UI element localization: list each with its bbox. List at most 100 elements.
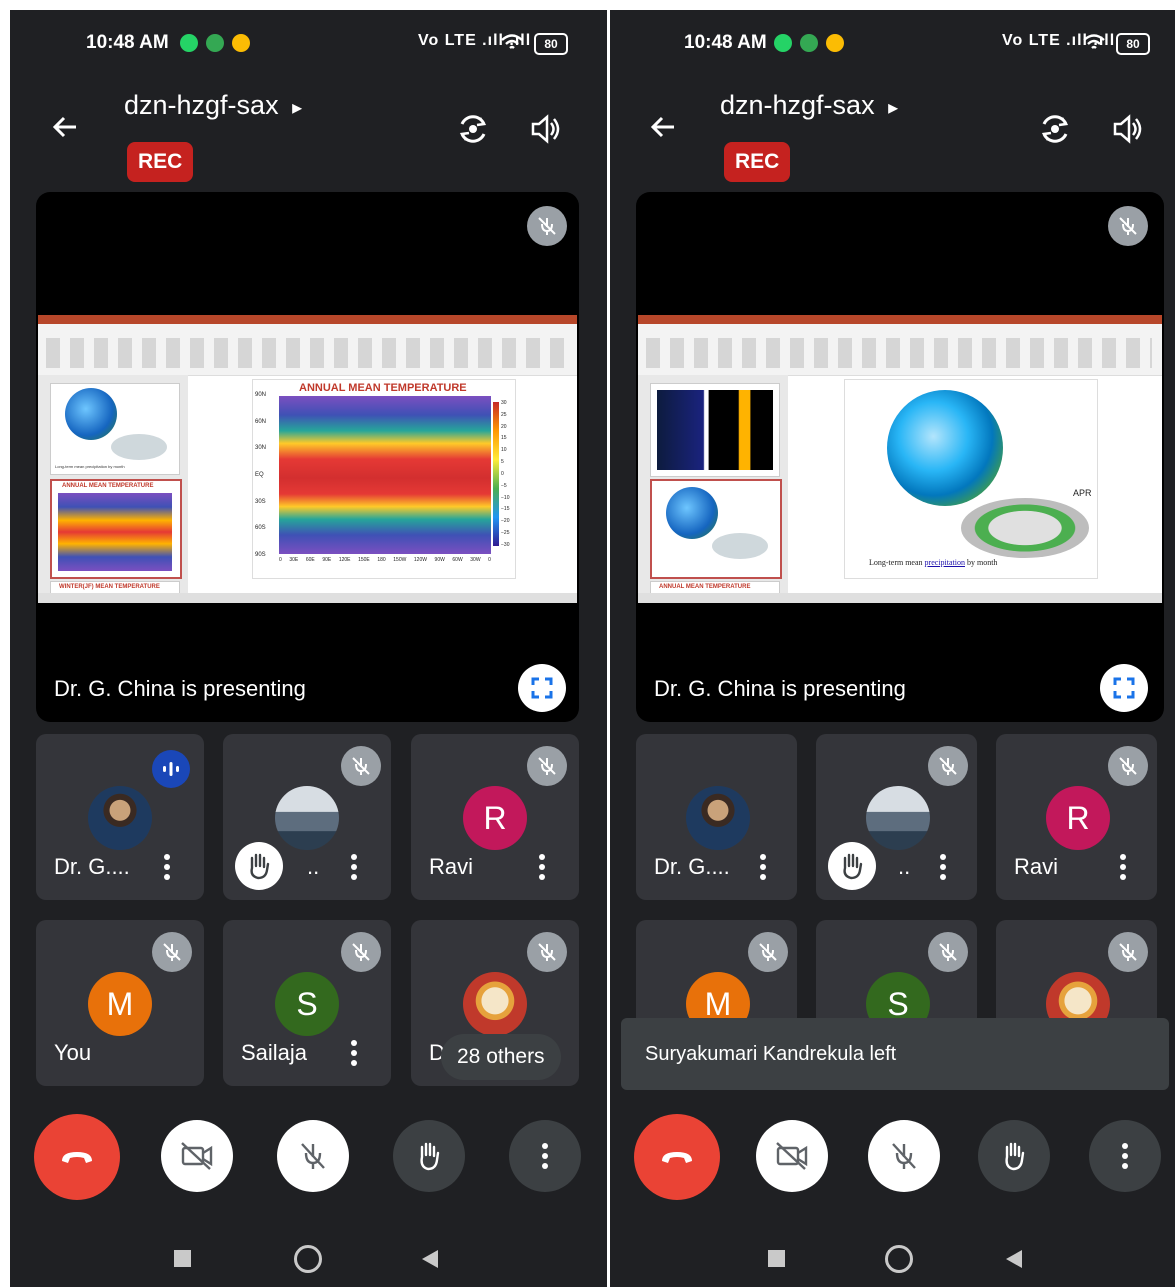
home-nav-icon[interactable] (885, 1245, 913, 1273)
home-nav-icon[interactable] (294, 1245, 322, 1273)
ppt-title-bar (638, 315, 1162, 324)
participant-tile[interactable]: .. (223, 734, 391, 900)
back-nav-icon[interactable] (1004, 1248, 1024, 1270)
meeting-code: dzn-hzgf-sax (124, 90, 279, 120)
meeting-title[interactable]: dzn-hzgf-sax ▸ (124, 90, 302, 121)
raised-hand-icon (828, 842, 876, 890)
camera-toggle-button[interactable] (161, 1120, 233, 1192)
more-options-icon[interactable] (164, 854, 170, 884)
end-call-button[interactable] (34, 1114, 120, 1200)
fullscreen-button[interactable] (518, 664, 566, 712)
mic-off-icon (1108, 206, 1148, 246)
more-vert-icon (542, 1143, 548, 1169)
chevron-right-icon: ▸ (292, 97, 303, 119)
toast-message: Suryakumari Kandrekula left (645, 1042, 897, 1065)
mic-off-icon (892, 1143, 916, 1169)
avatar: R (1046, 786, 1110, 850)
main-slide: APR Long-term mean precipitation by mont… (844, 379, 1098, 579)
camera-off-icon (776, 1142, 808, 1170)
recents-nav-icon[interactable] (768, 1250, 785, 1267)
raised-hand-icon (235, 842, 283, 890)
meeting-title[interactable]: dzn-hzgf-sax ▸ (720, 90, 898, 121)
shared-slide: Long-term mean precipitation by month AN… (38, 315, 577, 603)
mail-icon (232, 34, 250, 52)
raise-hand-button[interactable] (393, 1120, 465, 1192)
meeting-code: dzn-hzgf-sax (720, 90, 875, 120)
back-arrow-icon[interactable] (50, 112, 80, 142)
mic-toggle-button[interactable] (868, 1120, 940, 1192)
back-nav-icon[interactable] (420, 1248, 440, 1270)
more-options-icon[interactable] (760, 854, 766, 884)
participant-tile[interactable]: R Ravi (996, 734, 1157, 900)
more-options-button[interactable] (509, 1120, 581, 1192)
phone-screen-left: 10:48 AM Vo LTE .ıll .ıll 80 dzn-hzgf-sa… (10, 10, 607, 1287)
speaker-icon[interactable] (530, 114, 562, 144)
whatsapp-icon (180, 34, 198, 52)
participant-name: .. (898, 854, 911, 879)
temperature-map (279, 396, 491, 554)
shared-slide: ANNUAL MEAN TEMPERATURE APR Long-term me… (638, 315, 1162, 603)
ppt-status-bar (38, 593, 577, 603)
participant-name: Sailaja (241, 1040, 308, 1065)
more-options-icon[interactable] (1120, 854, 1126, 884)
mic-off-icon (341, 746, 381, 786)
participant-tile-self[interactable]: M You (36, 920, 204, 1086)
main-slide: ANNUAL MEAN TEMPERATURE 90N 60N 30N EQ 30S 60… (252, 379, 516, 579)
switch-camera-icon[interactable] (456, 112, 490, 146)
avatar: M (88, 972, 152, 1036)
back-arrow-icon[interactable] (648, 112, 678, 142)
status-time: 10:48 AM (684, 32, 767, 53)
slide-thumb-2[interactable]: ANNUAL MEAN TEMPERATURE (50, 479, 182, 579)
participant-tile[interactable]: Dr. G.... (36, 734, 204, 900)
slide-title: ANNUAL MEAN TEMPERATURE (299, 382, 467, 394)
participant-tile[interactable]: Dr 28 others (411, 920, 579, 1086)
mic-off-icon (748, 932, 788, 972)
presentation-stage[interactable]: Long-term mean precipitation by month AN… (36, 192, 579, 722)
participant-tile[interactable]: Dr. G.... (636, 734, 797, 900)
thumb-title: WINTER(JF) MEAN TEMPERATURE (59, 584, 160, 590)
participant-tile[interactable]: R Ravi (411, 734, 579, 900)
wifi-icon (1083, 34, 1105, 49)
others-count-button[interactable]: 28 others (441, 1034, 561, 1080)
mic-off-icon (1108, 932, 1148, 972)
presentation-stage[interactable]: ANNUAL MEAN TEMPERATURE APR Long-term me… (636, 192, 1164, 722)
switch-camera-icon[interactable] (1038, 112, 1072, 146)
camera-toggle-button[interactable] (756, 1120, 828, 1192)
more-options-icon[interactable] (351, 1040, 357, 1070)
chevron-right-icon: ▸ (888, 97, 899, 119)
raise-hand-button[interactable] (978, 1120, 1050, 1192)
mic-toggle-button[interactable] (277, 1120, 349, 1192)
slide-thumb-1[interactable]: Long-term mean precipitation by month (50, 383, 180, 475)
precipitation-map (961, 498, 1089, 558)
hang-up-icon (62, 1152, 92, 1163)
participant-name: You (54, 1040, 92, 1065)
participant-tile[interactable]: S Sailaja (223, 920, 391, 1086)
slide-caption: Long-term mean precipitation by month (869, 558, 998, 567)
avatar: S (275, 972, 339, 1036)
participant-name: Ravi (429, 854, 474, 879)
hang-up-icon (662, 1152, 692, 1163)
avatar (463, 972, 527, 1036)
thumb-caption: Long-term mean precipitation by month (55, 464, 125, 469)
speaker-icon[interactable] (1112, 114, 1144, 144)
more-options-button[interactable] (1089, 1120, 1161, 1192)
fullscreen-button[interactable] (1100, 664, 1148, 712)
wifi-icon (501, 34, 523, 49)
mic-off-icon (527, 206, 567, 246)
avatar (88, 786, 152, 850)
chat-icon (206, 34, 224, 52)
ppt-title-bar (38, 315, 577, 324)
more-options-icon[interactable] (940, 854, 946, 884)
end-call-button[interactable] (634, 1114, 720, 1200)
recents-nav-icon[interactable] (174, 1250, 191, 1267)
slide-thumb-2[interactable] (650, 479, 782, 579)
presenting-caption: Dr. G. China is presenting (54, 676, 306, 701)
more-options-icon[interactable] (351, 854, 357, 884)
chat-icon (800, 34, 818, 52)
mic-off-icon (341, 932, 381, 972)
ppt-status-bar (638, 593, 1162, 603)
participant-tile[interactable]: .. (816, 734, 977, 900)
whatsapp-icon (774, 34, 792, 52)
slide-thumb-1[interactable] (650, 383, 780, 477)
more-options-icon[interactable] (539, 854, 545, 884)
